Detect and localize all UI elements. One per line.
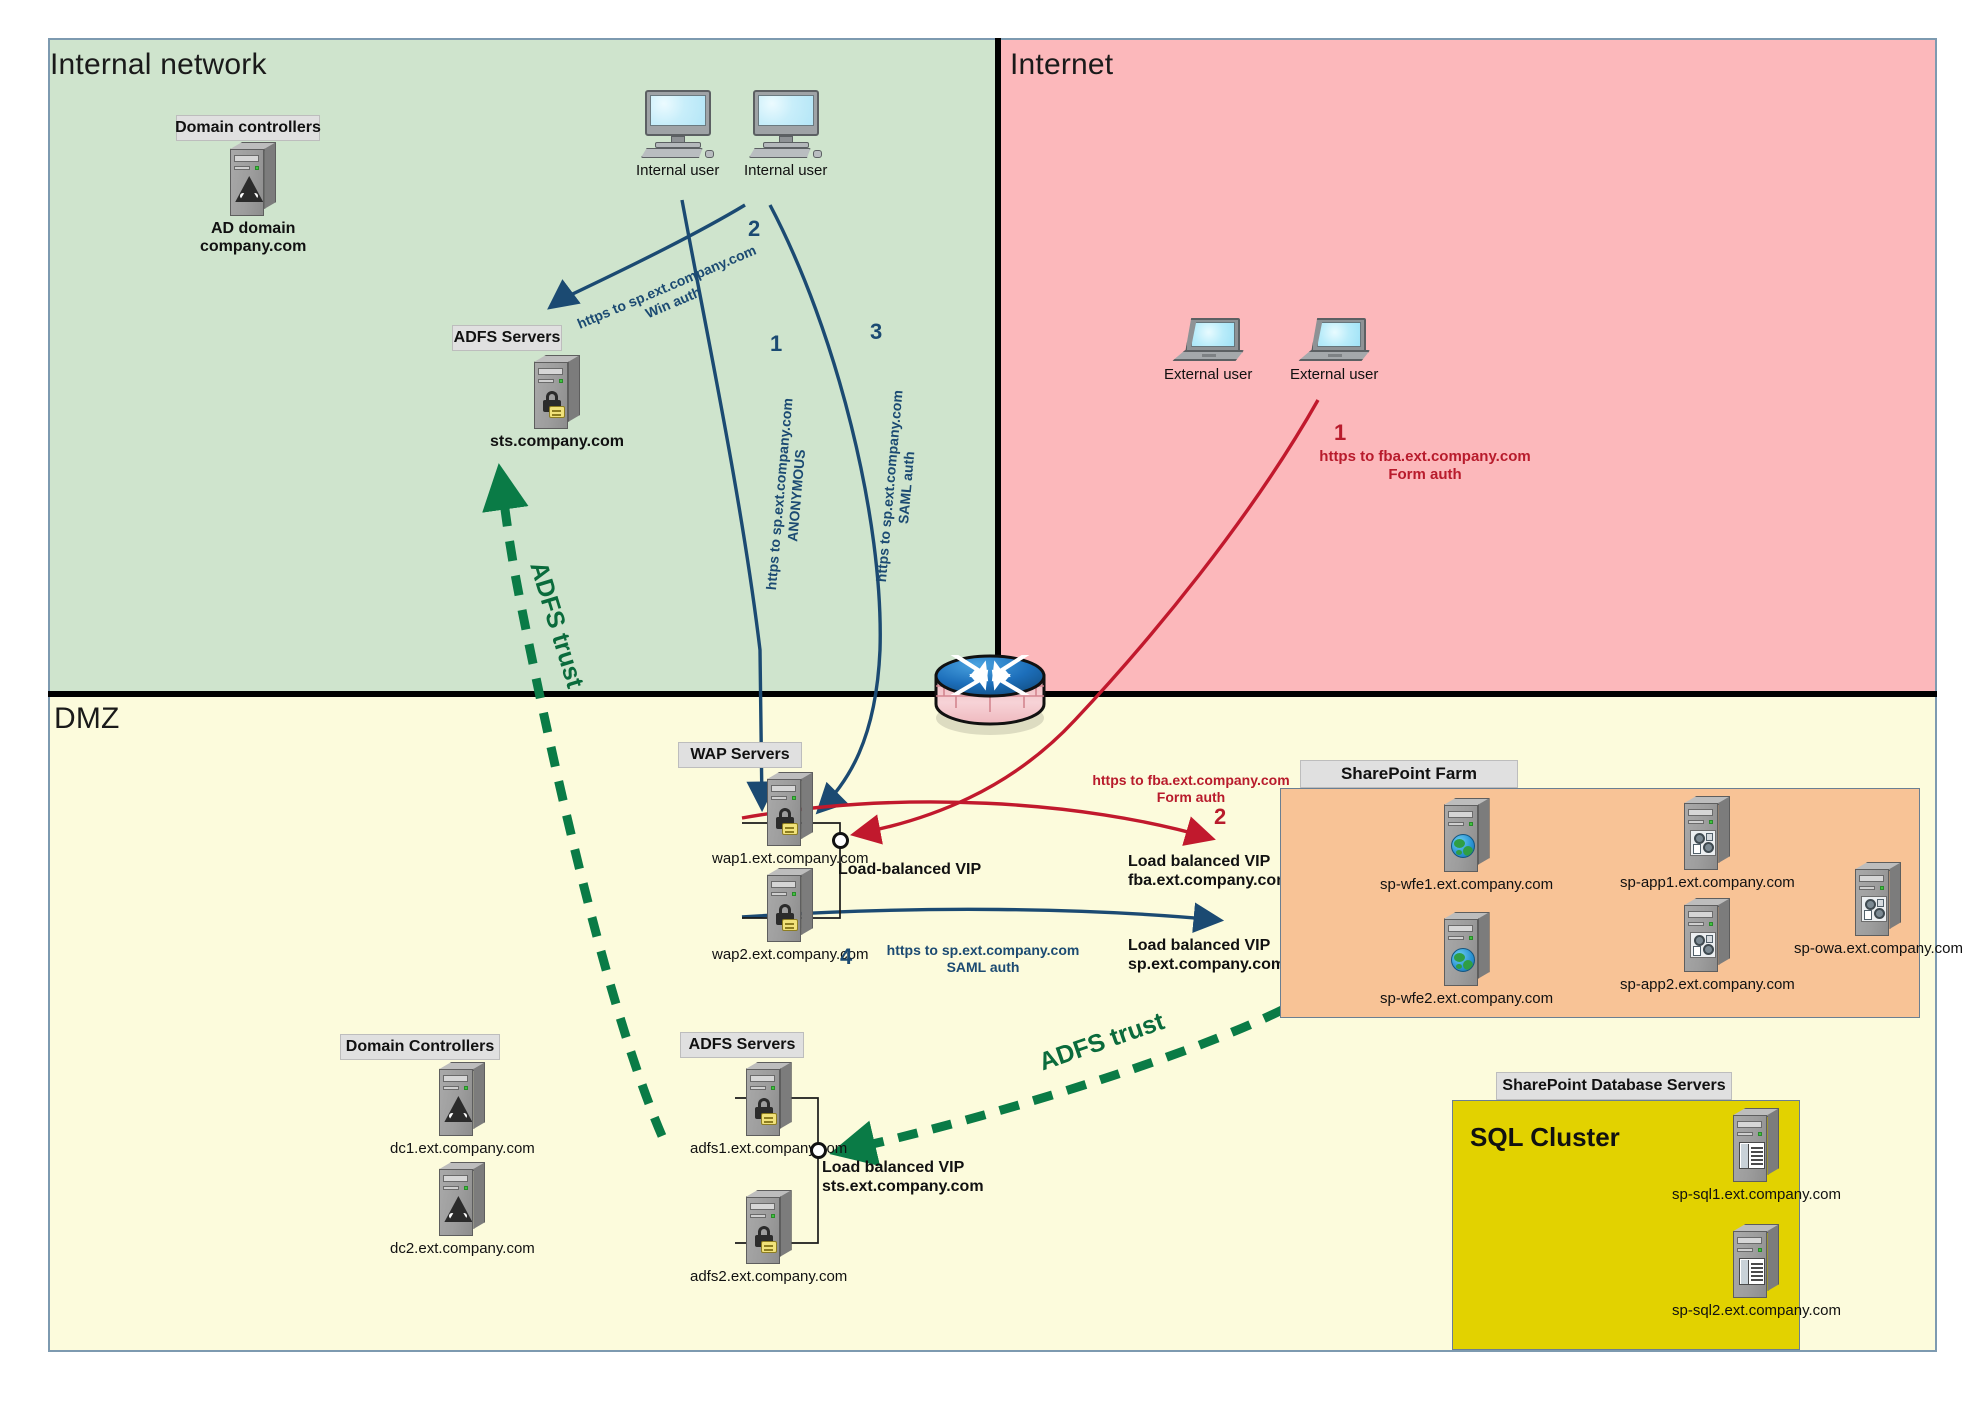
flow-number-internal-1: 1 [770, 331, 783, 356]
vip-label-sp: Load balanced VIP sp.ext.company.com [1128, 937, 1286, 974]
sql-cluster-heading: SQL Cluster [1470, 1122, 1620, 1152]
node-internal-user-1[interactable]: Internal user [636, 90, 719, 179]
node-label-sp-sql1: sp-sql1.ext.company.com [1672, 1186, 1841, 1203]
zone-title-internal: Internal network [50, 48, 267, 81]
zone-title-internet: Internet [1010, 48, 1114, 81]
zone-title-dmz: DMZ [54, 702, 120, 735]
zone-divider-horizontal [48, 691, 1937, 697]
vip-dot-sts[interactable] [810, 1142, 827, 1159]
group-label-adfs-internal: ADFS Servers [452, 325, 562, 351]
node-sp-wfe2[interactable]: sp-wfe2.ext.company.com [1380, 912, 1553, 1007]
node-label-sp-wfe1: sp-wfe1.ext.company.com [1380, 876, 1554, 893]
node-label-sp-sql2: sp-sql2.ext.company.com [1672, 1302, 1841, 1319]
node-sp-sql2[interactable]: sp-sql2.ext.company.com [1672, 1224, 1841, 1319]
node-sts-company[interactable]: sts.company.com [490, 355, 624, 451]
laptop-icon [1298, 318, 1371, 362]
group-label-sharepoint-farm: SharePoint Farm [1300, 760, 1518, 788]
node-sp-sql1[interactable]: sp-sql1.ext.company.com [1672, 1108, 1841, 1203]
node-sp-app2[interactable]: sp-app2.ext.company.com [1620, 898, 1795, 993]
server-lock-icon [767, 868, 814, 942]
flow-label-external-1: https to fba.ext.company.com Form auth [1319, 448, 1531, 483]
server-lock-icon [767, 772, 814, 846]
server-lock-icon [745, 1062, 792, 1136]
desktop-pc-icon [640, 90, 715, 158]
node-label-sp-wfe2: sp-wfe2.ext.company.com [1380, 990, 1554, 1007]
node-label-ad-domain: AD domain company.com [200, 220, 307, 256]
node-label-internal-user-1: Internal user [636, 162, 720, 179]
node-label-external-user-1: External user [1164, 366, 1253, 383]
node-label-sp-app2: sp-app2.ext.company.com [1620, 976, 1795, 993]
flow-number-external-1: 1 [1334, 420, 1347, 445]
node-label-sp-app1: sp-app1.ext.company.com [1620, 874, 1795, 891]
node-dc2[interactable]: dc2.ext.company.com [390, 1162, 535, 1257]
server-lock-icon [745, 1190, 792, 1264]
node-label-internal-user-2: Internal user [744, 162, 828, 179]
server-ad-icon [230, 142, 277, 216]
node-external-user-1[interactable]: External user [1164, 318, 1252, 383]
server-gear-icon [1684, 796, 1731, 870]
server-lock-icon [533, 355, 580, 429]
node-external-user-2[interactable]: External user [1290, 318, 1378, 383]
server-gear-icon [1684, 898, 1731, 972]
network-diagram: Internal network Internet DMZ Domain con… [0, 0, 1985, 1403]
node-wap1[interactable]: wap1.ext.company.com [712, 772, 868, 867]
node-label-adfs2: adfs2.ext.company.com [690, 1268, 848, 1285]
group-label-sharepoint-db: SharePoint Database Servers [1496, 1072, 1732, 1100]
flow-label-internal-4: https to sp.ext.company.com SAML auth [886, 942, 1080, 975]
server-ad-icon [439, 1162, 486, 1236]
node-label-sts-company: sts.company.com [490, 433, 624, 450]
laptop-icon [1172, 318, 1245, 362]
node-label-dc1: dc1.ext.company.com [390, 1140, 535, 1157]
node-sp-owa[interactable]: sp-owa.ext.company.com [1794, 862, 1963, 957]
vip-label-wap: Load-balanced VIP [838, 861, 982, 878]
node-adfs2[interactable]: adfs2.ext.company.com [690, 1190, 847, 1285]
node-label-dc2: dc2.ext.company.com [390, 1240, 535, 1257]
node-internal-user-2[interactable]: Internal user [744, 90, 827, 179]
zone-divider-vertical [995, 38, 1001, 693]
group-label-wap-servers: WAP Servers [678, 742, 802, 768]
vip-label-fba: Load balanced VIP fba.ext.company.com [1128, 853, 1291, 890]
server-globe-icon [1443, 912, 1490, 986]
vip-label-sts: Load balanced VIP sts.ext.company.com [822, 1159, 984, 1196]
flow-label-external-2: https to fba.ext.company.com Form auth [1092, 772, 1290, 805]
flow-number-internal-4: 4 [840, 944, 853, 969]
node-label-sp-owa: sp-owa.ext.company.com [1794, 940, 1963, 957]
server-globe-icon [1443, 798, 1490, 872]
node-ad-domain[interactable]: AD domain company.com [200, 142, 306, 257]
group-label-adfs-dmz: ADFS Servers [680, 1032, 804, 1058]
node-sp-wfe1[interactable]: sp-wfe1.ext.company.com [1380, 798, 1553, 893]
flow-number-external-2: 2 [1214, 804, 1227, 829]
server-gear-icon [1855, 862, 1902, 936]
server-db-icon [1733, 1108, 1780, 1182]
server-ad-icon [439, 1062, 486, 1136]
node-sp-app1[interactable]: sp-app1.ext.company.com [1620, 796, 1795, 891]
zone-internet [998, 38, 1937, 694]
node-dc1[interactable]: dc1.ext.company.com [390, 1062, 535, 1157]
server-db-icon [1733, 1224, 1780, 1298]
node-label-external-user-2: External user [1290, 366, 1379, 383]
vip-dot-wap[interactable] [832, 832, 849, 849]
group-label-domain-controllers-dmz: Domain Controllers [340, 1034, 500, 1060]
group-label-domain-controllers-internal: Domain controllers [175, 115, 321, 141]
flow-number-internal-3: 3 [870, 319, 883, 344]
desktop-pc-icon [748, 90, 823, 158]
